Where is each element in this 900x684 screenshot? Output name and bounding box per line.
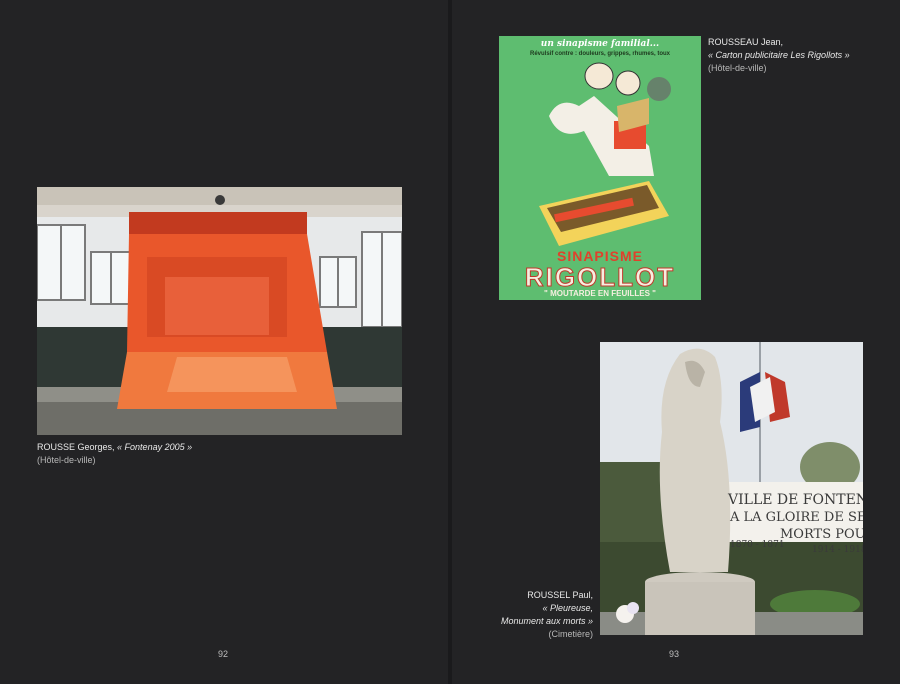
artwork-location: (Cimetière) (548, 629, 593, 639)
page-number: 93 (669, 649, 680, 659)
monument-photo: VILLE DE FONTENAY A LA GLOIRE DE SE MORT… (600, 342, 863, 635)
inscription-date1: 1870 - 1871 (730, 540, 785, 550)
artist-name: ROUSSEAU Jean, (708, 37, 784, 47)
artist-name: ROUSSE Georges, (37, 442, 115, 452)
poster-caption: ROUSSEAU Jean, « Carton publicitaire Les… (708, 36, 850, 75)
poster-top-line: un sinapisme familial... (540, 39, 660, 49)
artwork-title-line2: Monument aux morts » (500, 616, 593, 626)
fontenay-caption: ROUSSE Georges, « Fontenay 2005 » (Hôtel… (37, 441, 192, 467)
right-page: un sinapisme familial... Révulsif contre… (452, 0, 900, 684)
poster-second-line: Révulsif contre : douleurs, grippes, rhu… (529, 51, 671, 57)
artist-name: ROUSSEL Paul, (527, 590, 593, 600)
room-installation-image (37, 187, 402, 435)
fontenay-2005-photo (37, 187, 402, 435)
left-page: ROUSSE Georges, « Fontenay 2005 » (Hôtel… (0, 0, 448, 684)
rigollot-poster: un sinapisme familial... Révulsif contre… (499, 36, 701, 300)
poster-bottom-line: " MOUTARDE EN FEUILLES " (544, 289, 656, 298)
page-number: 92 (218, 649, 229, 659)
inscription-line2: A LA GLOIRE DE SE (730, 510, 863, 525)
artwork-title: « Carton publicitaire Les Rigollots » (708, 50, 850, 60)
monument-image (600, 342, 863, 635)
artwork-location: (Hôtel-de-ville) (37, 455, 96, 465)
artwork-location: (Hôtel-de-ville) (708, 63, 767, 73)
inscription-date2: 1914 - 1918 (812, 545, 863, 555)
artwork-title: « Fontenay 2005 » (117, 442, 193, 452)
inscription-line1: VILLE DE FONTENAY (728, 492, 863, 508)
artwork-title-line1: « Pleureuse, (542, 603, 593, 613)
monument-caption: ROUSSEL Paul, « Pleureuse, Monument aux … (452, 589, 593, 641)
inscription-line3: MORTS POUR LA (780, 527, 863, 542)
